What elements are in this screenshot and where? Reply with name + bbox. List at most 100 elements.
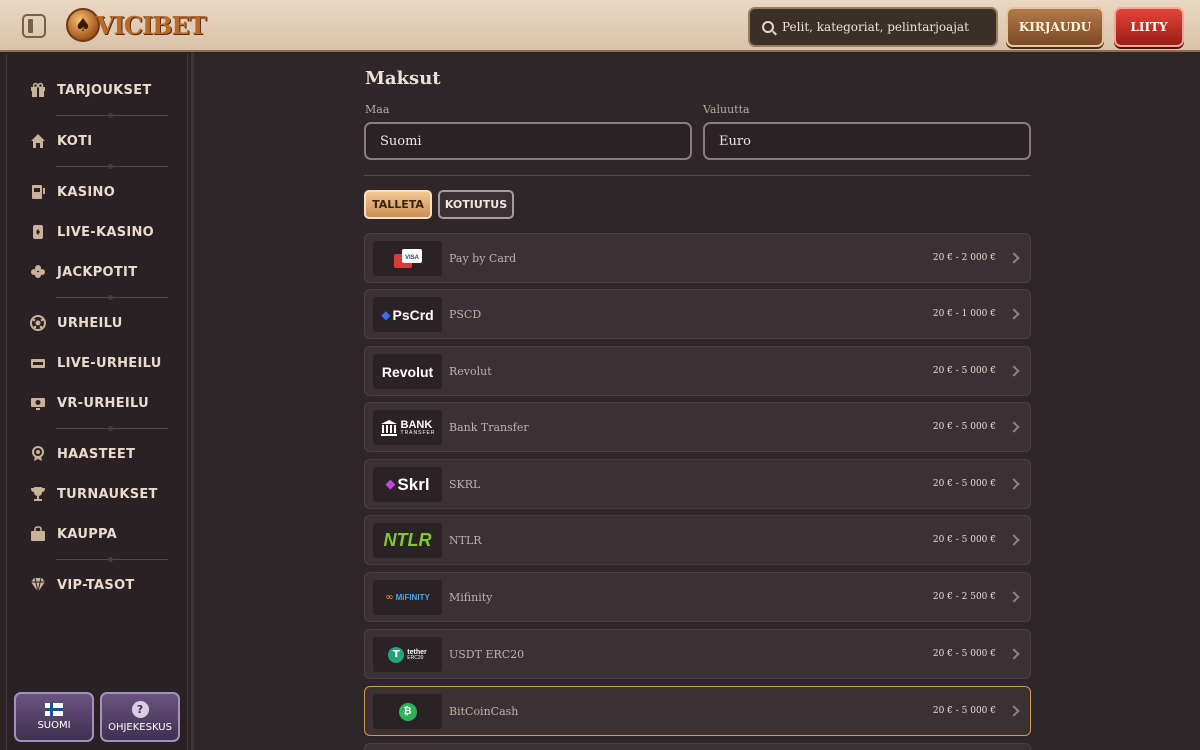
method-name: Mifinity xyxy=(449,590,493,604)
chevron-right-icon xyxy=(1008,648,1020,660)
payment-method-row[interactable]: ◆ PsCrd PSCD 20 € - 1 000 € xyxy=(364,289,1031,339)
visa-logo-text: VISA xyxy=(404,255,419,261)
method-name: Pay by Card xyxy=(449,251,517,265)
shop-bag-icon xyxy=(30,526,46,542)
sidebar-item-tarjoukset[interactable]: TARJOUKSET xyxy=(30,80,152,100)
diamond-icon xyxy=(30,577,46,593)
card-logo: VISA xyxy=(373,241,442,276)
sidebar-item-label: TARJOUKSET xyxy=(57,82,152,98)
chevron-right-icon xyxy=(1008,365,1020,377)
join-button[interactable]: LIITY xyxy=(1114,7,1184,47)
method-range: 20 € - 5 000 € xyxy=(932,535,996,545)
sidebar-item-haasteet[interactable]: HAASTEET xyxy=(30,444,135,464)
sidebar-item-live-kasino[interactable]: LIVE-KASINO xyxy=(30,222,154,242)
sidebar-item-label: URHEILU xyxy=(57,315,123,331)
sidebar-toggle-icon[interactable] xyxy=(22,14,46,38)
search-placeholder: Pelit, kategoriat, pelintarjoajat xyxy=(782,20,969,34)
currency-select[interactable]: Euro xyxy=(703,122,1031,160)
method-name: NTLR xyxy=(449,533,482,547)
revolut-logo: Revolut xyxy=(373,354,442,389)
home-icon xyxy=(30,133,46,149)
football-icon xyxy=(30,315,46,331)
tab-deposit[interactable]: TALLETA xyxy=(364,190,432,219)
method-range: 20 € - 5 000 € xyxy=(932,706,996,716)
method-range: 20 € - 2 500 € xyxy=(932,592,996,602)
chevron-right-icon xyxy=(1008,308,1020,320)
method-name: Revolut xyxy=(449,364,492,378)
method-range: 20 € - 5 000 € xyxy=(932,649,996,659)
help-label: OHJEKESKUS xyxy=(108,722,172,733)
chevron-right-icon xyxy=(1008,421,1020,433)
sidebar-item-kasino[interactable]: KASINO xyxy=(30,182,115,202)
logo-text: VICIBET xyxy=(96,10,207,40)
payment-method-row[interactable]: VISA Pay by Card 20 € - 2 000 € xyxy=(364,233,1031,283)
help-center-button[interactable]: ? OHJEKESKUS xyxy=(100,692,180,742)
sidebar-item-vip-tasot[interactable]: VIP-TASOT xyxy=(30,575,135,595)
help-icon: ? xyxy=(131,701,149,718)
payment-method-row[interactable]: BANK TRANSFER Bank Transfer 20 € - 5 000… xyxy=(364,402,1031,452)
method-range: 20 € - 2 000 € xyxy=(932,253,996,263)
ntlr-logo-text: NTLR xyxy=(383,530,432,550)
sidebar-item-label: JACKPOTIT xyxy=(57,264,138,280)
top-header: ♠ VICIBET Pelit, kategoriat, pelintarjoa… xyxy=(0,0,1200,52)
method-range: 20 € - 5 000 € xyxy=(932,366,996,376)
nav-divider xyxy=(56,164,168,169)
method-name: PSCD xyxy=(449,307,482,321)
payment-method-row[interactable]: T tether ERC20 USDT ERC20 20 € - 5 000 € xyxy=(364,629,1031,679)
cards-icon xyxy=(30,224,46,240)
sidebar-item-label: TURNAUKSET xyxy=(57,486,158,502)
pscrd-diamond-icon: ◆ xyxy=(381,307,391,322)
country-label: Maa xyxy=(365,103,390,116)
trophy-icon xyxy=(30,486,46,502)
sidebar-item-kauppa[interactable]: KAUPPA xyxy=(30,524,117,544)
bank-building-icon xyxy=(380,419,397,436)
nav-divider xyxy=(56,113,168,118)
chevron-right-icon xyxy=(1008,534,1020,546)
search-icon xyxy=(762,21,774,33)
challenge-icon xyxy=(30,446,46,462)
skrl-diamond-icon: ◆ xyxy=(385,477,396,492)
payment-method-row[interactable]: ₿ BitCoinCash 20 € - 5 000 € xyxy=(364,686,1031,736)
sidebar-item-live-urheilu[interactable]: LIVE-URHEILU xyxy=(30,353,162,373)
sidebar-item-label: HAASTEET xyxy=(57,446,136,462)
method-range: 20 € - 5 000 € xyxy=(932,422,996,432)
vr-monitor-icon xyxy=(30,395,46,411)
login-button[interactable]: KIRJAUDU xyxy=(1006,7,1104,47)
method-name: Bank Transfer xyxy=(449,420,529,434)
language-button[interactable]: SUOMI xyxy=(14,692,94,742)
mifinity-logo-text: MiFINITY xyxy=(395,593,430,602)
skrl-logo-text: Skrl xyxy=(397,474,430,494)
nav-divider xyxy=(56,426,168,431)
method-name: BitCoinCash xyxy=(449,704,519,718)
page-title: Maksut xyxy=(365,68,441,89)
payment-method-row[interactable] xyxy=(364,743,1031,750)
nav-divider xyxy=(56,295,168,300)
bank-logo-text: BANK xyxy=(400,418,433,431)
payment-method-row[interactable]: ◆ Skrl SKRL 20 € - 5 000 € xyxy=(364,459,1031,509)
search-input[interactable]: Pelit, kategoriat, pelintarjoajat xyxy=(748,7,998,47)
payment-method-row[interactable]: NTLR NTLR 20 € - 5 000 € xyxy=(364,515,1031,565)
tether-icon: T xyxy=(388,646,405,663)
live-icon xyxy=(30,355,46,371)
logo[interactable]: ♠ VICIBET xyxy=(66,8,207,42)
sidebar-item-urheilu[interactable]: URHEILU xyxy=(30,313,123,333)
method-name: USDT ERC20 xyxy=(449,647,525,661)
ntlr-logo: NTLR xyxy=(373,523,442,558)
tab-withdraw[interactable]: KOTIUTUS xyxy=(438,190,514,219)
bank-transfer-logo: BANK TRANSFER xyxy=(373,410,442,445)
chevron-right-icon xyxy=(1008,705,1020,717)
sidebar-item-vr-urheilu[interactable]: VR-URHEILU xyxy=(30,393,149,413)
sidebar-item-koti[interactable]: KOTI xyxy=(30,131,92,151)
tether-logo: T tether ERC20 xyxy=(373,637,442,672)
sidebar-item-jackpotit[interactable]: JACKPOTIT xyxy=(30,262,137,282)
sidebar-item-turnaukset[interactable]: TURNAUKSET xyxy=(30,484,158,504)
finland-flag-icon xyxy=(45,703,63,716)
country-select[interactable]: Suomi xyxy=(364,122,692,160)
payment-method-row[interactable]: ∞ MiFINITY Mifinity 20 € - 2 500 € xyxy=(364,572,1031,622)
payment-method-row[interactable]: Revolut Revolut 20 € - 5 000 € xyxy=(364,346,1031,396)
nav-divider xyxy=(56,557,168,562)
language-label: SUOMI xyxy=(37,720,71,731)
pscrd-logo: ◆ PsCrd xyxy=(373,297,442,332)
slot-machine-icon xyxy=(30,184,46,200)
sidebar: TARJOUKSET KOTI KASINO LIVE-KASINO JACKP… xyxy=(0,52,194,750)
